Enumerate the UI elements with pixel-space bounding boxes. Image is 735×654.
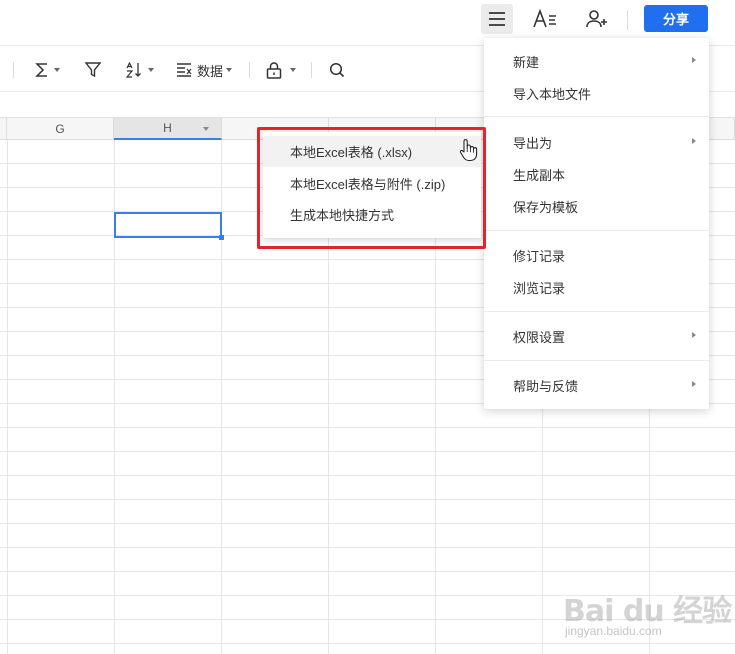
add-user-button[interactable] [581,4,613,34]
menu-item-label: 导入本地文件 [513,86,592,102]
chevron-right-icon [692,138,696,144]
toolbar-divider [249,62,250,78]
menu-item-permissions[interactable]: 权限设置 [484,321,709,351]
menu-icon [489,12,505,26]
chevron-down-icon [290,68,296,72]
menu-item-label: 权限设置 [513,329,566,345]
hand-cursor-icon [459,139,478,162]
sort-button[interactable] [125,59,154,81]
column-header[interactable] [0,118,7,140]
sum-button[interactable] [35,59,60,81]
menu-item-label: 导出为 [513,135,553,151]
menu-divider [484,230,709,231]
font-style-button[interactable] [529,4,561,34]
add-user-icon [586,10,607,28]
toolbar-divider [13,62,14,78]
menu-item-revision-history[interactable]: 修订记录 [484,240,709,270]
font-style-icon [533,9,556,28]
chevron-down-icon [54,68,60,72]
menu-item-make-copy[interactable]: 生成副本 [484,159,709,189]
menu-item-label: 新建 [513,54,540,70]
column-header-g[interactable]: G [7,118,114,140]
data-button[interactable]: 数据 [176,59,233,81]
menu-item-view-history[interactable]: 浏览记录 [484,272,709,302]
filter-icon [85,62,101,78]
menu-button[interactable] [481,4,513,34]
menu-item-new[interactable]: 新建 [484,46,709,76]
chevron-down-icon [148,68,154,72]
chevron-right-icon [692,332,696,338]
data-label: 数据 [197,63,224,79]
lock-icon [266,61,282,79]
menu-item-label: 浏览记录 [513,280,566,296]
column-header-h[interactable]: H [114,118,222,140]
menu-item-label: 保存为模板 [513,199,579,215]
header-divider [627,10,628,30]
menu-divider [484,311,709,312]
watermark-url: jingyan.baidu.com [565,624,662,638]
menu-item-save-template[interactable]: 保存为模板 [484,191,709,221]
menu-item-label: 帮助与反馈 [513,378,579,394]
chevron-down-icon [226,68,233,72]
menu-item-import[interactable]: 导入本地文件 [484,78,709,108]
file-menu: 新建 导入本地文件 导出为 生成副本 保存为模板 修订记录 浏览记录 权限设置 … [484,38,709,409]
sort-icon [125,62,141,78]
selected-cell[interactable] [114,212,224,240]
data-icon [177,63,192,77]
share-button[interactable]: 分享 [644,5,708,32]
menu-item-export[interactable]: 导出为 [484,127,709,157]
menu-divider [484,360,709,361]
toolbar-divider [311,62,312,78]
annotation-highlight-box [257,127,486,249]
menu-item-label: 生成副本 [513,167,566,183]
filter-button[interactable] [85,59,101,81]
chevron-right-icon [692,57,696,63]
menu-item-label: 修订记录 [513,248,566,264]
menu-divider [484,116,709,117]
chevron-down-icon[interactable] [203,127,209,131]
column-label: H [163,121,172,135]
column-label: G [55,122,65,136]
search-icon [329,62,345,78]
chevron-right-icon [692,381,696,387]
baidu-jingyan-watermark: Bai du 经验 jingyan.baidu.com [563,574,733,644]
search-button[interactable] [329,59,345,81]
menu-item-help-feedback[interactable]: 帮助与反馈 [484,370,709,400]
lock-button[interactable] [266,59,296,81]
sum-icon [35,63,47,77]
